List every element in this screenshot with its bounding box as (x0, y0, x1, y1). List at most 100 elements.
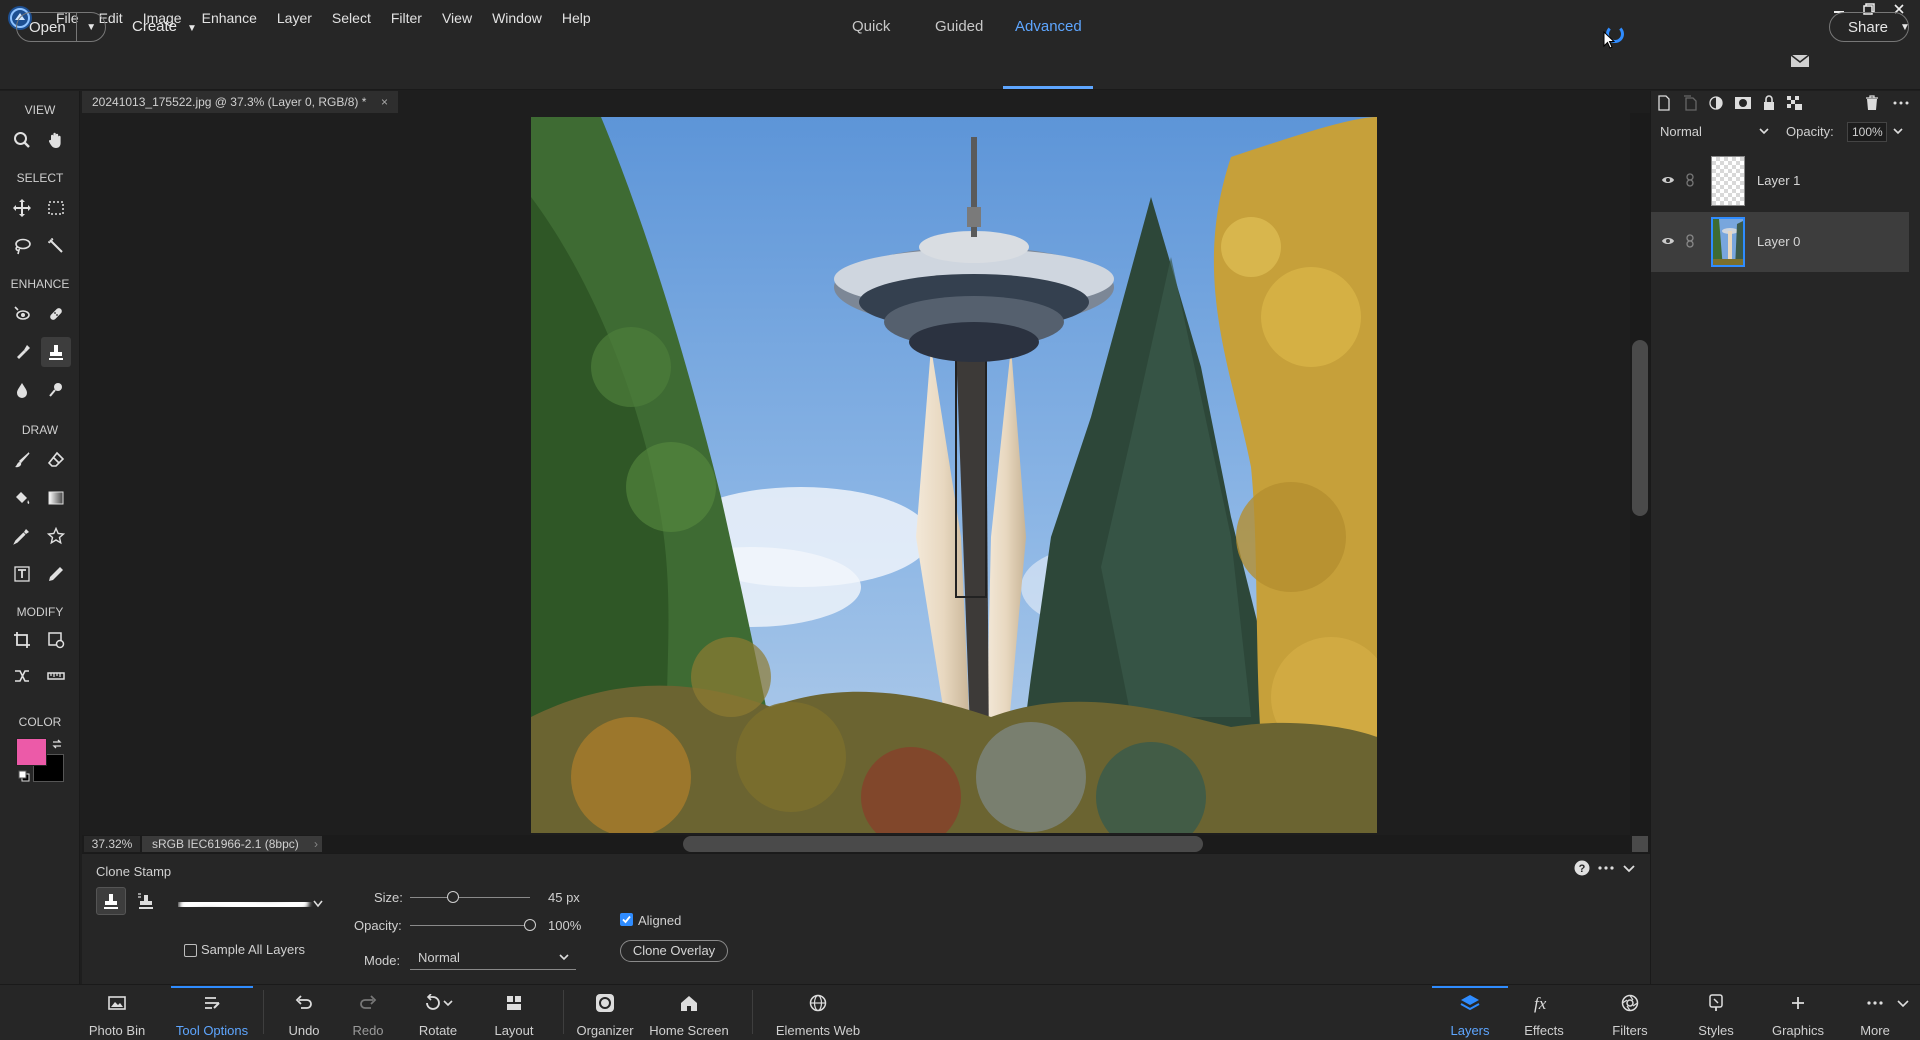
aligned-checkbox[interactable] (620, 913, 633, 926)
vertical-scrollbar-thumb[interactable] (1632, 340, 1648, 516)
share-button[interactable]: Share ▼ (1829, 12, 1910, 42)
zoom-level[interactable]: 37.32% (84, 836, 140, 852)
tab-quick[interactable]: Quick (852, 18, 890, 35)
default-colors-icon[interactable] (18, 770, 30, 782)
layer-row-layer-0[interactable]: Layer 0 (1651, 212, 1909, 272)
new-layer-icon[interactable] (1656, 95, 1672, 111)
undo-button[interactable]: Undo (280, 984, 328, 1040)
chevron-down-icon[interactable] (1896, 996, 1910, 1010)
delete-layer-icon[interactable] (1864, 95, 1880, 111)
opacity-label: Opacity: (354, 918, 402, 933)
size-value[interactable]: 45 px (548, 890, 580, 905)
foreground-color-swatch[interactable] (16, 738, 47, 766)
content-aware-move-tool-icon[interactable] (7, 661, 37, 691)
rotate-button[interactable]: Rotate (408, 984, 468, 1040)
layer-blend-mode-select[interactable]: Normal (1660, 122, 1770, 142)
redo-button[interactable]: Redo (344, 984, 392, 1040)
more-options-icon[interactable] (1597, 860, 1615, 876)
link-icon[interactable] (1685, 173, 1695, 187)
collapse-panel-icon[interactable] (1622, 860, 1636, 876)
photo-bin-button[interactable]: Photo Bin (86, 984, 148, 1040)
help-icon[interactable]: ? (1574, 860, 1590, 876)
chevron-down-icon[interactable]: ▼ (77, 22, 105, 33)
new-group-icon[interactable] (1682, 95, 1698, 111)
opacity-slider-knob[interactable] (524, 919, 536, 931)
clone-stamp-tool-icon[interactable] (41, 337, 71, 367)
menu-layer[interactable]: Layer (267, 0, 322, 36)
close-document-icon[interactable]: × (381, 91, 388, 113)
layout-button[interactable]: Layout (489, 984, 539, 1040)
chevron-down-icon[interactable] (1892, 125, 1904, 137)
custom-shape-tool-icon[interactable] (41, 521, 71, 551)
blur-tool-icon[interactable] (7, 375, 37, 405)
sample-all-layers-checkbox[interactable] (184, 944, 197, 957)
crop-tool-icon[interactable] (7, 625, 37, 655)
lasso-tool-icon[interactable] (7, 231, 37, 261)
color-profile[interactable]: sRGB IEC61966-2.1 (8bpc) › (142, 836, 322, 852)
effects-panel-button[interactable]: fx Effects (1518, 984, 1570, 1040)
opacity-slider-track[interactable] (410, 925, 530, 926)
filters-panel-button[interactable]: Filters (1600, 984, 1660, 1040)
undo-label: Undo (288, 1023, 320, 1038)
eraser-tool-icon[interactable] (41, 445, 71, 475)
elements-web-button[interactable]: Elements Web (775, 984, 861, 1040)
type-tool-icon[interactable] (7, 559, 37, 589)
brush-tool-icon[interactable] (7, 445, 37, 475)
size-slider-track[interactable] (410, 897, 530, 898)
layer-row-layer-1[interactable]: Layer 1 (1651, 151, 1909, 211)
quick-selection-tool-icon[interactable] (41, 231, 71, 261)
lock-all-icon[interactable] (1762, 95, 1776, 111)
hand-tool-icon[interactable] (41, 125, 71, 155)
menu-help[interactable]: Help (552, 0, 601, 36)
menu-select[interactable]: Select (322, 0, 381, 36)
gradient-tool-icon[interactable] (41, 483, 71, 513)
mail-icon[interactable] (1790, 53, 1810, 69)
menu-filter[interactable]: Filter (381, 0, 432, 36)
tab-guided[interactable]: Guided (935, 18, 983, 35)
pencil-tool-icon[interactable] (41, 559, 71, 589)
recompose-tool-icon[interactable] (41, 625, 71, 655)
lock-transparency-icon[interactable] (1786, 95, 1804, 111)
layer-mask-icon[interactable] (1734, 95, 1752, 111)
sponge-tool-icon[interactable] (41, 375, 71, 405)
graphics-panel-button[interactable]: Graphics (1764, 984, 1832, 1040)
mode-select[interactable]: Normal (410, 948, 576, 970)
healing-brush-tool-icon[interactable] (41, 299, 71, 329)
menu-window[interactable]: Window (482, 0, 552, 36)
create-button[interactable]: Create ▼ (132, 18, 197, 35)
opacity-value[interactable]: 100% (548, 918, 581, 933)
eye-icon[interactable] (1661, 235, 1675, 247)
link-icon[interactable] (1685, 234, 1695, 248)
photo-canvas[interactable] (531, 117, 1377, 833)
red-eye-tool-icon[interactable] (7, 299, 37, 329)
layers-menu-icon[interactable] (1893, 95, 1909, 111)
menu-enhance[interactable]: Enhance (192, 0, 267, 36)
document-tab[interactable]: 20241013_175522.jpg @ 37.3% (Layer 0, RG… (82, 91, 398, 113)
open-button[interactable]: Open ▼ (16, 12, 106, 42)
pattern-stamp-mode-icon[interactable] (130, 887, 160, 915)
home-screen-button[interactable]: Home Screen (648, 984, 730, 1040)
brush-preset-picker[interactable] (178, 887, 326, 921)
organizer-button[interactable]: Organizer (574, 984, 636, 1040)
clone-stamp-mode-icon[interactable] (96, 887, 126, 915)
layer-opacity-field[interactable]: 100% (1847, 122, 1887, 142)
chevron-down-icon (313, 900, 323, 908)
tab-advanced[interactable]: Advanced (1015, 18, 1082, 35)
adjustment-layer-icon[interactable] (1708, 95, 1724, 111)
menu-view[interactable]: View (432, 0, 482, 36)
layers-panel-button[interactable]: Layers (1432, 984, 1508, 1040)
clone-overlay-button[interactable]: Clone Overlay (620, 940, 728, 962)
straighten-tool-icon[interactable] (41, 661, 71, 691)
marquee-tool-icon[interactable] (41, 193, 71, 223)
paint-bucket-tool-icon[interactable] (7, 483, 37, 513)
zoom-tool-icon[interactable] (7, 125, 37, 155)
move-tool-icon[interactable] (7, 193, 37, 223)
more-panel-button[interactable]: More (1852, 984, 1898, 1040)
eyedropper-tool-icon[interactable] (7, 521, 37, 551)
smart-brush-tool-icon[interactable] (7, 337, 37, 367)
styles-panel-button[interactable]: Styles (1688, 984, 1744, 1040)
horizontal-scrollbar-thumb[interactable] (683, 836, 1203, 852)
swap-colors-icon[interactable] (51, 738, 63, 750)
eye-icon[interactable] (1661, 174, 1675, 186)
tool-options-button[interactable]: Tool Options (171, 984, 253, 1040)
